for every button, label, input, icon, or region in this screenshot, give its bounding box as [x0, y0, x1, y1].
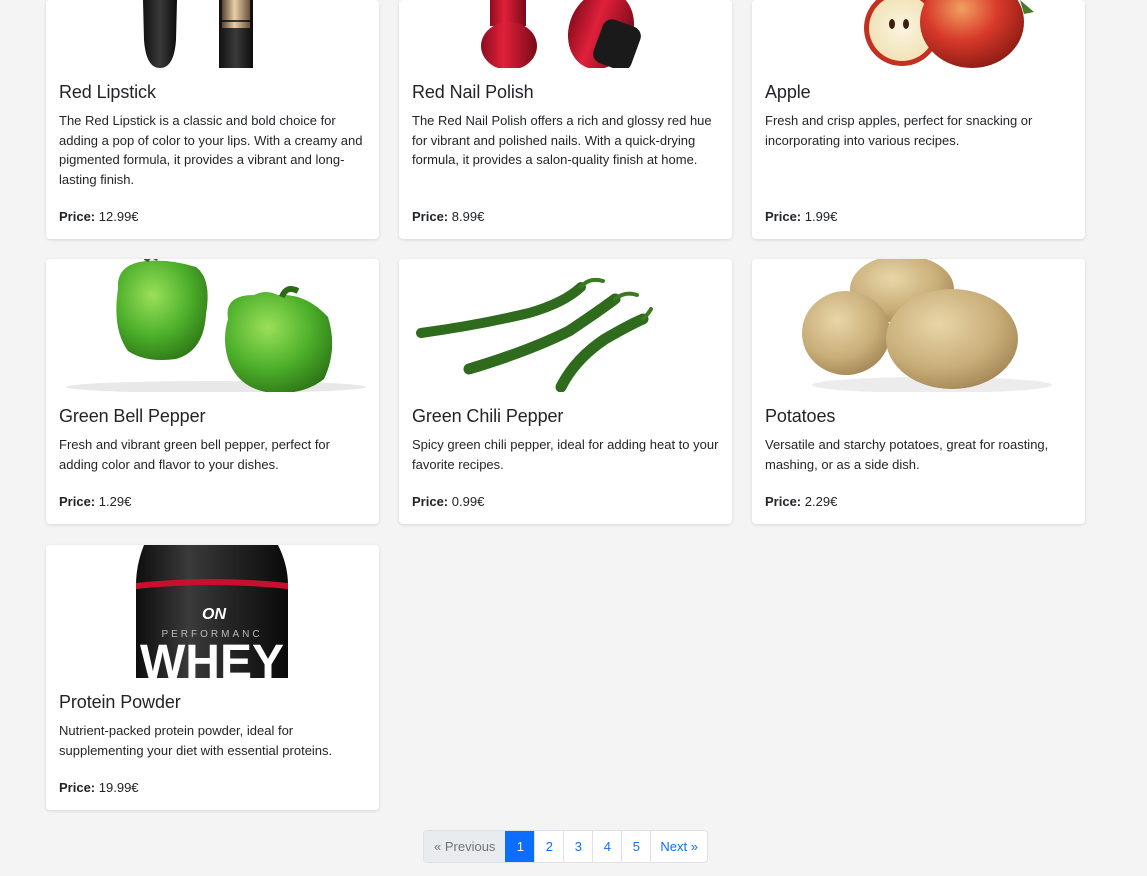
- product-card[interactable]: Red Nail Polish The Red Nail Polish offe…: [399, 0, 732, 239]
- price-label: Price:: [765, 209, 802, 224]
- price-label: Price:: [59, 209, 96, 224]
- page-3-button[interactable]: 3: [563, 831, 592, 862]
- price-value: 12.99€: [98, 209, 139, 224]
- product-description: Fresh and crisp apples, perfect for snac…: [765, 113, 1033, 148]
- lipstick-image: [143, 0, 253, 68]
- page-1-button[interactable]: 1: [505, 831, 535, 862]
- product-title[interactable]: Protein Powder: [59, 692, 366, 713]
- product-price: Price: 8.99€: [412, 209, 484, 224]
- product-description: The Red Lipstick is a classic and bold c…: [59, 113, 363, 187]
- product-description: Spicy green chili pepper, ideal for addi…: [412, 437, 719, 472]
- product-title[interactable]: Potatoes: [765, 406, 1072, 427]
- product-title[interactable]: Apple: [765, 82, 1072, 103]
- price-label: Price:: [59, 780, 96, 795]
- product-image[interactable]: [399, 0, 732, 68]
- bell-pepper-image: [66, 259, 366, 392]
- product-price: Price: 0.99€: [412, 494, 484, 509]
- page-2-button[interactable]: 2: [534, 831, 563, 862]
- price-label: Price:: [412, 494, 449, 509]
- potatoes-image: [802, 259, 1052, 392]
- page-4-button[interactable]: 4: [592, 831, 621, 862]
- next-page-button[interactable]: Next »: [650, 831, 707, 862]
- product-title[interactable]: Red Lipstick: [59, 82, 366, 103]
- logo-text: ON: [202, 606, 226, 623]
- product-title[interactable]: Green Chili Pepper: [412, 406, 719, 427]
- product-title[interactable]: Red Nail Polish: [412, 82, 719, 103]
- product-card[interactable]: Red Lipstick The Red Lipstick is a class…: [46, 0, 379, 239]
- protein-powder-image: ON PERFORMANC WHEY: [136, 545, 288, 678]
- product-image[interactable]: ON PERFORMANC WHEY: [46, 545, 379, 678]
- chili-pepper-image: [416, 277, 653, 392]
- product-description: The Red Nail Polish offers a rich and gl…: [412, 113, 712, 167]
- product-description: Nutrient-packed protein powder, ideal fo…: [59, 723, 333, 758]
- product-price: Price: 1.99€: [765, 209, 837, 224]
- product-card[interactable]: ON PERFORMANC WHEY Protein Powder Nutrie…: [46, 545, 379, 810]
- nail-polish-image: [481, 0, 641, 68]
- product-price: Price: 1.29€: [59, 494, 131, 509]
- price-value: 2.29€: [804, 494, 838, 509]
- product-image[interactable]: [46, 0, 379, 68]
- product-card[interactable]: Green Chili Pepper Spicy green chili pep…: [399, 259, 732, 524]
- product-image[interactable]: [752, 0, 1085, 68]
- apple-image: [864, 0, 1034, 68]
- product-price: Price: 2.29€: [765, 494, 837, 509]
- product-price: Price: 12.99€: [59, 209, 139, 224]
- pagination: « Previous 1 2 3 4 5 Next »: [423, 830, 708, 863]
- product-card[interactable]: Potatoes Versatile and starchy potatoes,…: [752, 259, 1085, 524]
- label-big-text: WHEY: [140, 636, 284, 678]
- product-title[interactable]: Green Bell Pepper: [59, 406, 366, 427]
- product-card[interactable]: Green Bell Pepper Fresh and vibrant gree…: [46, 259, 379, 524]
- product-image[interactable]: [399, 259, 732, 392]
- product-image[interactable]: [46, 259, 379, 392]
- product-card[interactable]: Apple Fresh and crisp apples, perfect fo…: [752, 0, 1085, 239]
- product-image[interactable]: [752, 259, 1085, 392]
- page-5-button[interactable]: 5: [621, 831, 650, 862]
- price-value: 1.29€: [98, 494, 132, 509]
- price-label: Price:: [412, 209, 449, 224]
- price-value: 8.99€: [451, 209, 485, 224]
- previous-page-button[interactable]: « Previous: [424, 831, 506, 862]
- product-price: Price: 19.99€: [59, 780, 139, 795]
- price-value: 19.99€: [98, 780, 139, 795]
- price-label: Price:: [765, 494, 802, 509]
- price-value: 1.99€: [804, 209, 838, 224]
- price-value: 0.99€: [451, 494, 485, 509]
- price-label: Price:: [59, 494, 96, 509]
- product-description: Versatile and starchy potatoes, great fo…: [765, 437, 1049, 472]
- product-description: Fresh and vibrant green bell pepper, per…: [59, 437, 330, 472]
